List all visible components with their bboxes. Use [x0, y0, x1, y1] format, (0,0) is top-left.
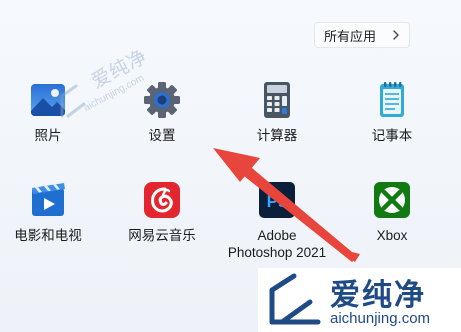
app-label: 电影和电视	[14, 228, 82, 243]
watermark-large: 爱纯净 aichunjing.com	[258, 268, 461, 332]
watermark-name: 爱纯净	[330, 279, 426, 312]
photoshop-icon: Ps	[259, 182, 295, 218]
all-apps-button[interactable]: 所有应用	[314, 22, 410, 48]
notepad-icon	[380, 82, 404, 117]
watermark-small: 爱纯净 aichunjing.com	[52, 46, 162, 136]
netease-music-icon	[144, 182, 180, 218]
app-tile-xbox[interactable]: Xbox	[342, 180, 442, 244]
app-tile-calculator[interactable]: 计算器	[227, 80, 327, 144]
app-label-line1: Adobe	[257, 228, 297, 243]
chevron-right-icon	[393, 30, 399, 40]
app-tile-photoshop[interactable]: Ps Adobe Photoshop 2021	[227, 180, 327, 261]
app-label: 记事本	[371, 128, 413, 143]
app-label: Xbox	[376, 228, 408, 243]
app-tile-netease-music[interactable]: 网易云音乐	[112, 180, 212, 244]
calculator-icon	[264, 82, 290, 118]
all-apps-label: 所有应用	[324, 28, 377, 44]
watermark-url: aichunjing.com	[330, 310, 431, 327]
app-tile-movies-tv[interactable]: 电影和电视	[0, 180, 98, 244]
xbox-icon	[374, 182, 410, 218]
watermark-logo-icon	[269, 273, 321, 325]
app-tile-notepad[interactable]: 记事本	[342, 80, 442, 144]
app-label: 计算器	[256, 128, 298, 143]
app-label: 网易云音乐	[128, 228, 196, 243]
movies-tv-icon	[32, 183, 65, 216]
photoshop-icon-text: Ps	[267, 192, 288, 211]
app-label-line2: Photoshop 2021	[227, 245, 327, 260]
